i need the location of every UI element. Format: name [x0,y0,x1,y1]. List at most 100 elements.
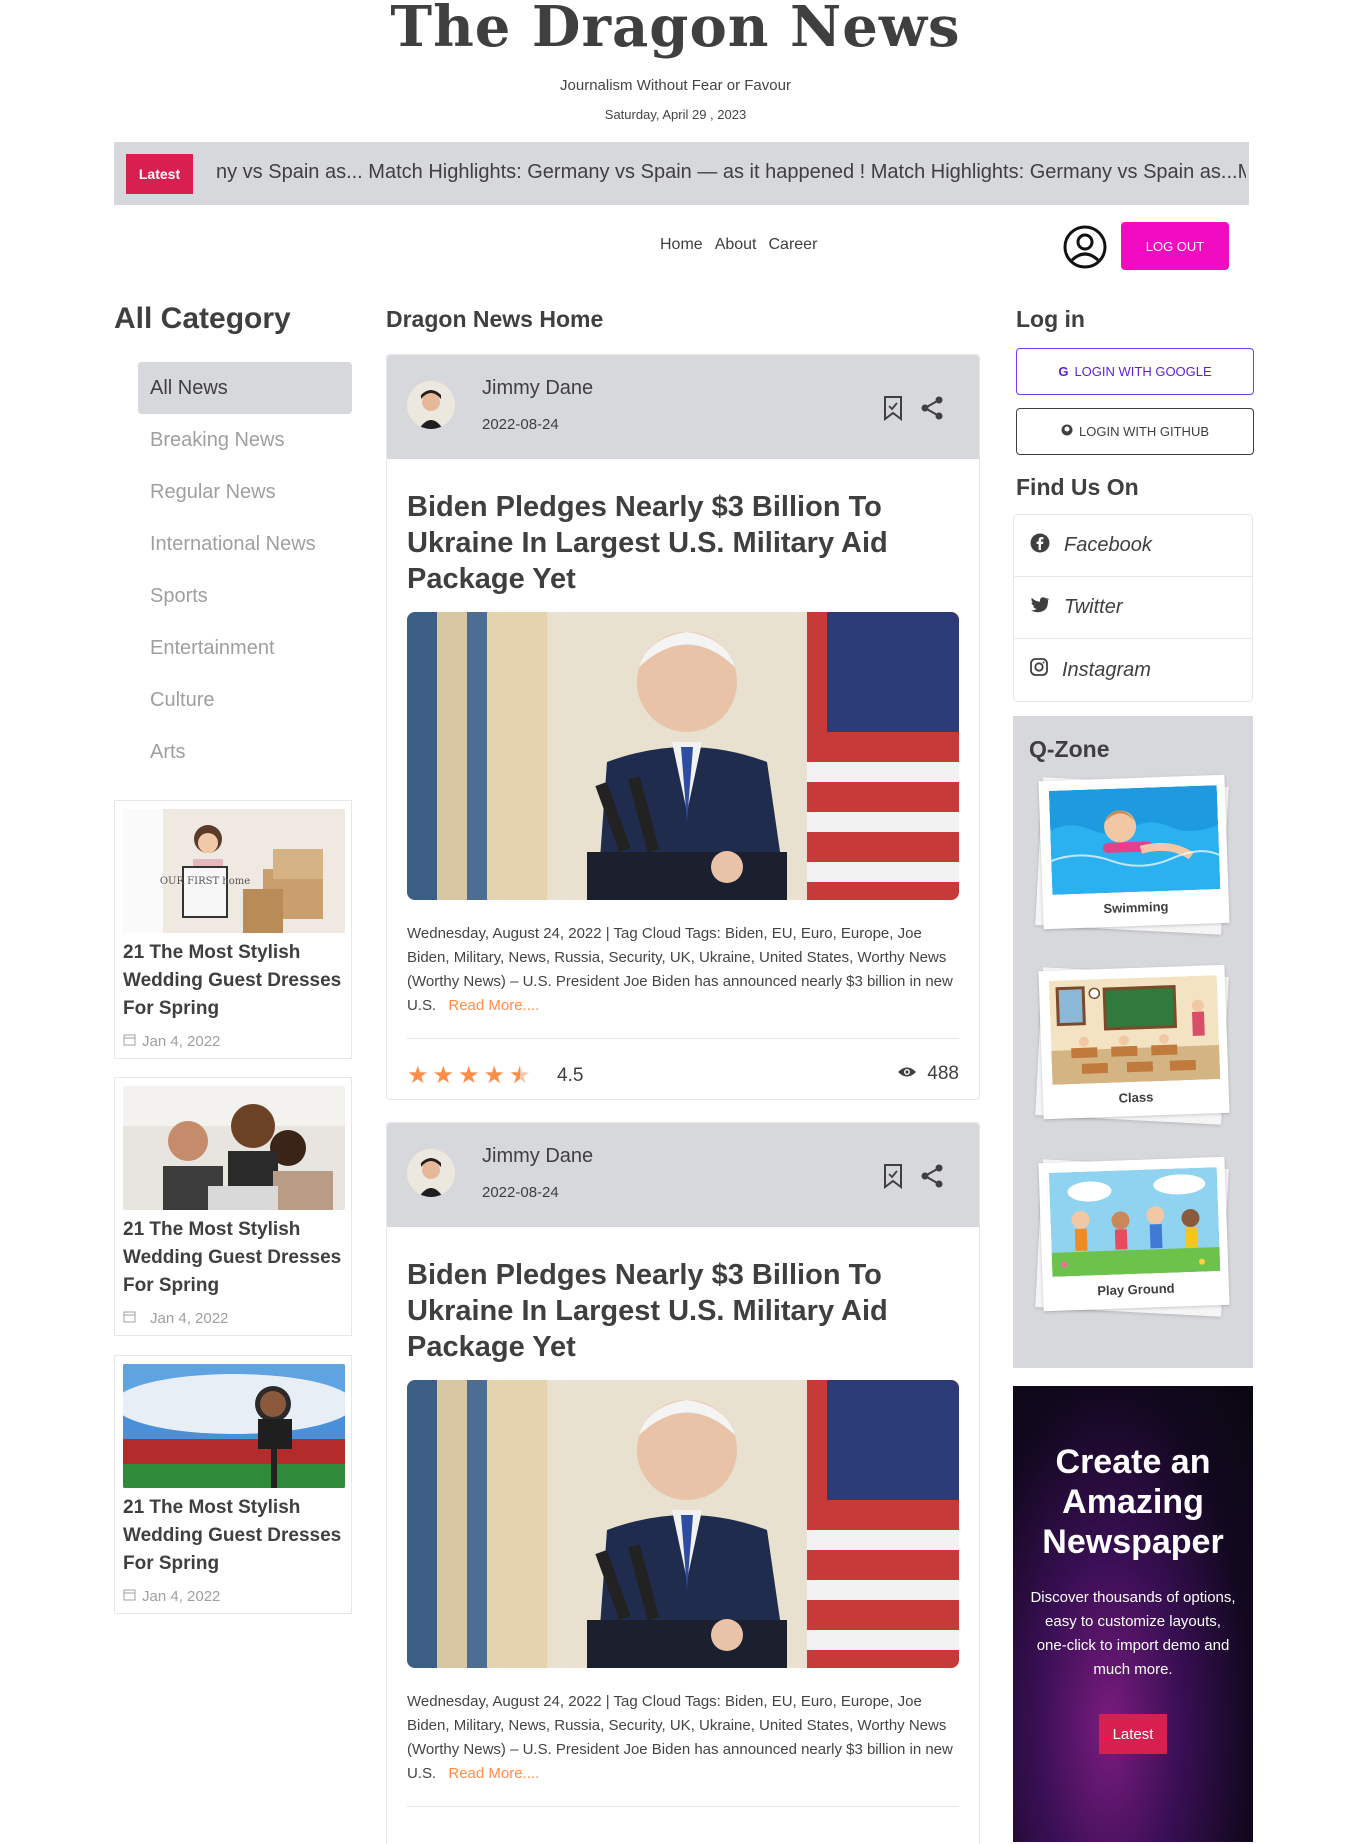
side-news-card[interactable]: OUR FIRST home 21 The Most Stylish Weddi… [114,800,352,1059]
side-news-title[interactable]: 21 The Most Stylish Wedding Guest Dresse… [123,939,343,1023]
twitter-icon [1030,596,1050,620]
promo-latest-button[interactable]: Latest [1099,1714,1167,1754]
side-news-meta: Jan 4, 2022 [123,1033,343,1050]
category-breaking-news[interactable]: Breaking News [138,414,352,466]
q-zone-label: Swimming [1103,898,1169,917]
q-zone-label: Class [1118,1089,1154,1106]
category-all-news[interactable]: All News [138,362,352,414]
class-image [1048,975,1221,1085]
star-icon: ★ [458,1062,480,1089]
half-star-icon: ★★ [509,1062,531,1089]
q-zone-card-front: Class [1038,964,1230,1120]
find-us-heading: Find Us On [1016,474,1139,500]
instagram-icon [1030,658,1048,682]
news-image[interactable] [407,1380,959,1668]
social-instagram-label: Instagram [1062,658,1151,681]
read-more-link[interactable]: Read More.... [448,1765,539,1782]
author-avatar [407,381,455,429]
side-news-thumbnail [123,1086,345,1210]
news-image[interactable] [407,612,959,900]
star-icon: ★ [432,1062,455,1089]
share-icon[interactable] [919,1163,945,1189]
category-culture[interactable]: Culture [138,674,352,726]
logout-button[interactable]: LOG OUT [1121,222,1229,270]
share-icon[interactable] [919,395,945,421]
q-zone-label: Play Ground [1097,1280,1175,1299]
view-count-value: 488 [927,1063,959,1084]
publish-date: 2022-08-24 [482,416,559,433]
category-heading: All Category [114,302,291,335]
current-date: Saturday, April 29 , 2023 [604,107,747,122]
google-icon: G [1058,364,1069,379]
news-ticker: Latest ny vs Spain as... Match Highlight… [114,142,1249,205]
side-news-title[interactable]: 21 The Most Stylish Wedding Guest Dresse… [123,1494,343,1578]
side-news-date: Jan 4, 2022 [142,1588,221,1605]
login-heading: Log in [1016,306,1085,332]
login-google-button[interactable]: G LOGIN WITH GOOGLE [1016,348,1254,395]
site-tagline: Journalism Without Fear or Favour [560,77,791,94]
promo-banner: Create an Amazing Newspaper Discover tho… [1013,1386,1253,1842]
rating-stars: ★ ★ ★ ★ ★★ [407,1061,531,1090]
star-icon: ★ [407,1062,429,1089]
category-international-news[interactable]: International News [138,518,352,570]
bookmark-icon[interactable] [881,395,905,421]
social-twitter-label: Twitter [1064,596,1123,618]
q-zone-card[interactable]: Swimming [1035,774,1231,935]
nav-about[interactable]: About [715,236,757,254]
news-excerpt: Wednesday, August 24, 2022 | Tag Cloud T… [407,922,959,1018]
news-card-header: Jimmy Dane 2022-08-24 [387,1123,979,1227]
side-news-date: Jan 4, 2022 [150,1310,229,1327]
login-github-label: LOGIN WITH GITHUB [1079,424,1209,439]
calendar-icon [123,1033,136,1050]
github-icon [1061,424,1073,439]
site-logo[interactable]: The Dragon News [0,0,1351,60]
read-more-link[interactable]: Read More.... [448,997,539,1014]
login-google-label: LOGIN WITH GOOGLE [1074,364,1212,379]
social-facebook-label: Facebook [1064,534,1152,556]
user-profile-icon[interactable] [1062,224,1108,270]
social-facebook[interactable]: Facebook [1014,515,1252,577]
author-name: Jimmy Dane [482,1145,594,1167]
promo-title: Create an Amazing Newspaper [1042,1443,1224,1561]
side-news-meta: Jan 4, 2022 [123,1588,343,1605]
news-card: Jimmy Dane 2022-08-24 Biden Pledges Near… [386,354,980,1100]
side-news-date: Jan 4, 2022 [142,1033,221,1050]
q-zone-card[interactable]: Play Ground [1035,1156,1231,1317]
author-name: Jimmy Dane [482,377,594,399]
side-news-card[interactable]: 21 The Most Stylish Wedding Guest Dresse… [114,1077,352,1336]
news-footer [407,1806,959,1844]
sign-text: OUR FIRST home [160,876,250,887]
news-footer: ★ ★ ★ ★ ★★ 4.5 488 [407,1038,959,1099]
q-zone-card-front: Swimming [1038,774,1230,930]
category-entertainment[interactable]: Entertainment [138,622,352,674]
news-card: Jimmy Dane 2022-08-24 Biden Pledges Near… [386,1122,980,1844]
news-title[interactable]: Biden Pledges Nearly $3 Billion To Ukrai… [407,1257,959,1365]
nav-career[interactable]: Career [769,236,818,254]
calendar-icon [123,1310,136,1327]
category-sports[interactable]: Sports [138,570,352,622]
bookmark-icon[interactable] [881,1163,905,1189]
social-links: Facebook Twitter Instagram [1013,514,1253,702]
social-instagram[interactable]: Instagram [1014,639,1252,701]
facebook-icon [1030,533,1050,559]
side-news-card[interactable]: 21 The Most Stylish Wedding Guest Dresse… [114,1355,352,1614]
nav-home[interactable]: Home [660,236,703,254]
ticker-marquee[interactable]: ny vs Spain as... Match Highlights: Germ… [216,161,1246,184]
category-arts[interactable]: Arts [138,726,352,778]
promo-text: Discover thousands of options, easy to c… [1030,1589,1236,1678]
home-heading: Dragon News Home [386,306,604,332]
side-news-meta: Jan 4, 2022 [123,1310,343,1327]
star-icon: ★ [483,1062,506,1089]
category-regular-news[interactable]: Regular News [138,466,352,518]
q-zone-card[interactable]: Class [1035,964,1231,1125]
category-list: All News Breaking News Regular News Inte… [138,362,352,778]
social-twitter[interactable]: Twitter [1014,577,1252,639]
play-ground-image [1048,1167,1221,1277]
side-news-title[interactable]: 21 The Most Stylish Wedding Guest Dresse… [123,1216,343,1300]
login-github-button[interactable]: LOGIN WITH GITHUB [1016,408,1254,455]
latest-button[interactable]: Latest [126,154,193,194]
news-excerpt: Wednesday, August 24, 2022 | Tag Cloud T… [407,1690,959,1786]
q-zone: Q-Zone Swimming Class Play Ground [1013,716,1253,1368]
view-count: 488 [897,1063,959,1085]
news-title[interactable]: Biden Pledges Nearly $3 Billion To Ukrai… [407,489,959,597]
